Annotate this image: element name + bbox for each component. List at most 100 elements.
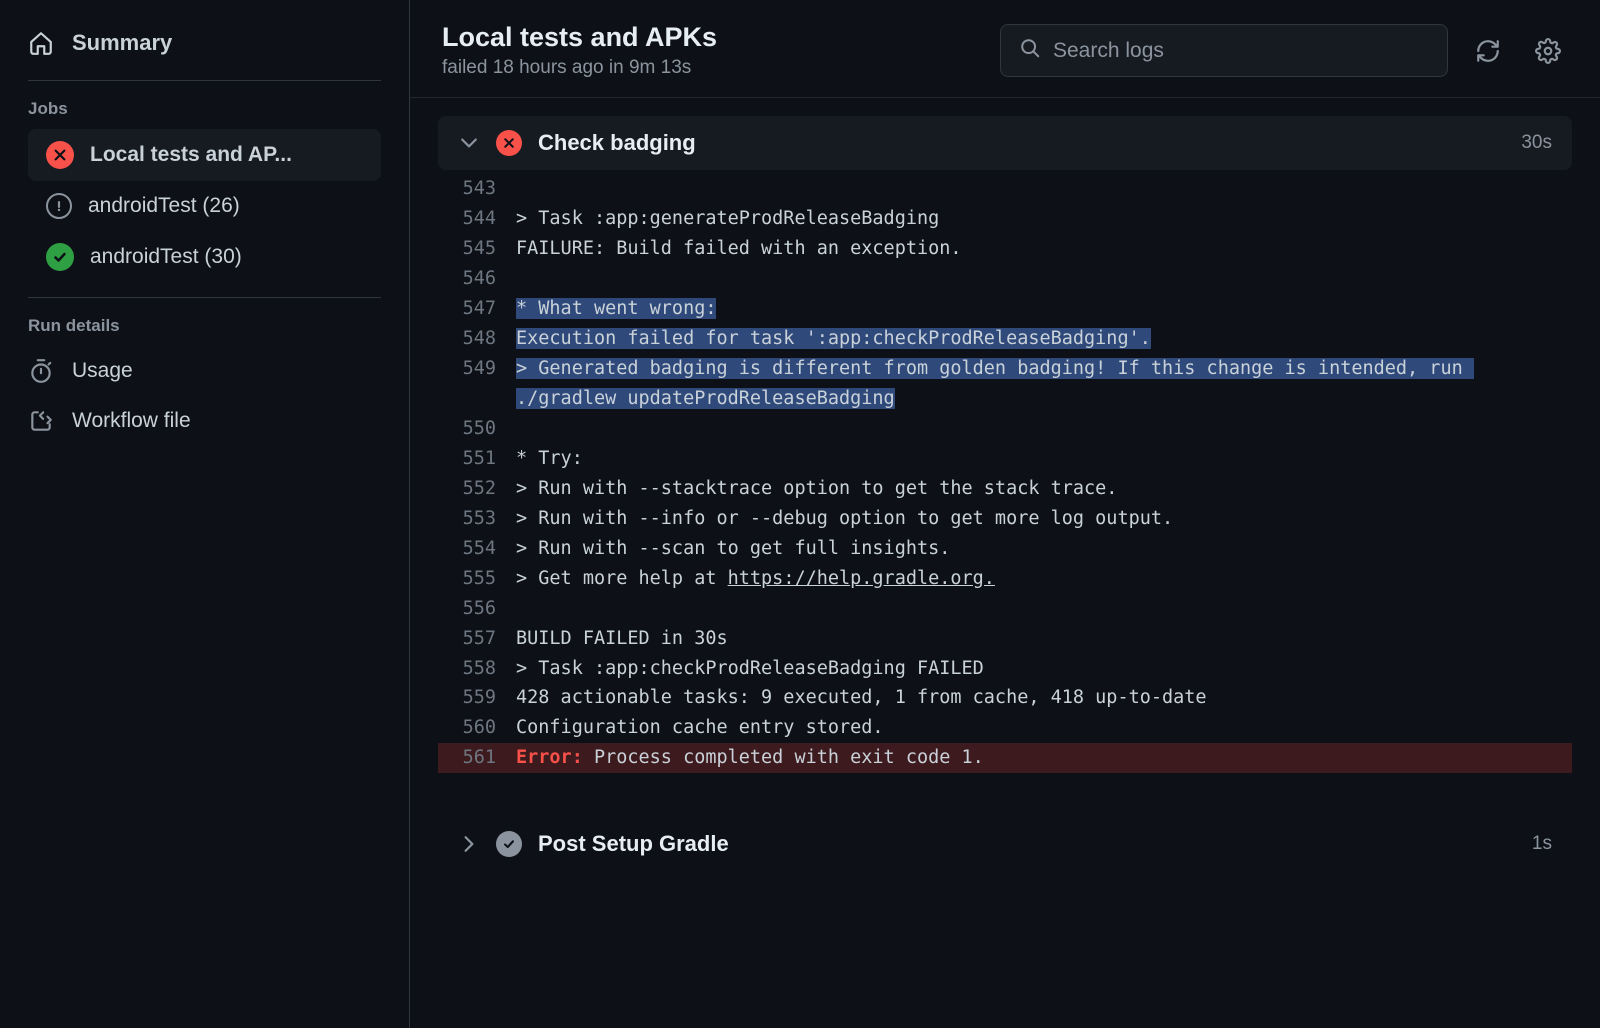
line-number: 545 (438, 234, 516, 264)
log-line: 554> Run with --scan to get full insight… (438, 534, 1572, 564)
alert-circle-icon (46, 193, 72, 219)
usage-link[interactable]: Usage (28, 346, 381, 396)
step-header-expanded[interactable]: Check badging 30s (438, 116, 1572, 170)
header-titles: Local tests and APKs failed 18 hours ago… (442, 22, 980, 79)
log-line: 556 (438, 594, 1572, 624)
header: Local tests and APKs failed 18 hours ago… (410, 0, 1600, 97)
line-text: Configuration cache entry stored. (516, 713, 1552, 743)
line-number: 559 (438, 683, 516, 713)
line-text: 428 actionable tasks: 9 executed, 1 from… (516, 683, 1552, 713)
line-number: 553 (438, 504, 516, 534)
job-item-android-26[interactable]: androidTest (26) (28, 181, 381, 231)
line-number: 543 (438, 174, 516, 204)
log-line: 560Configuration cache entry stored. (438, 713, 1572, 743)
log-lines[interactable]: 543544> Task :app:generateProdReleaseBad… (438, 170, 1572, 777)
workflow-file-label: Workflow file (72, 409, 191, 433)
line-number: 548 (438, 324, 516, 354)
job-item-local-tests[interactable]: Local tests and AP... (28, 129, 381, 181)
line-number: 551 (438, 444, 516, 474)
log-line: 546 (438, 264, 1572, 294)
post-step-duration: 1s (1532, 833, 1552, 855)
log-line: 552> Run with --stacktrace option to get… (438, 474, 1572, 504)
job-subtitle: failed 18 hours ago in 9m 13s (442, 57, 980, 79)
workflow-file-icon (28, 408, 54, 434)
step-title: Check badging (538, 130, 1505, 156)
line-text: BUILD FAILED in 30s (516, 624, 1552, 654)
stopwatch-icon (28, 358, 54, 384)
log-line: 553> Run with --info or --debug option t… (438, 504, 1572, 534)
line-text: FAILURE: Build failed with an exception. (516, 234, 1552, 264)
summary-link[interactable]: Summary (28, 20, 381, 80)
line-number: 546 (438, 264, 516, 294)
chevron-right-icon (458, 833, 480, 855)
step-duration: 30s (1521, 132, 1552, 154)
search-icon (1019, 37, 1041, 64)
search-input[interactable] (1053, 39, 1429, 63)
line-text: * Try: (516, 444, 1552, 474)
check-circle-icon (496, 831, 522, 857)
step-header-collapsed[interactable]: Post Setup Gradle 1s (438, 817, 1572, 871)
main-content: Local tests and APKs failed 18 hours ago… (410, 0, 1600, 1028)
log-area[interactable]: Check badging 30s 543544> Task :app:gene… (410, 98, 1600, 1028)
log-line: 557BUILD FAILED in 30s (438, 624, 1572, 654)
line-number: 558 (438, 654, 516, 684)
line-number: 556 (438, 594, 516, 624)
log-line: 551* Try: (438, 444, 1572, 474)
log-line: 555> Get more help at https://help.gradl… (438, 564, 1572, 594)
run-details-section-title: Run details (28, 302, 381, 346)
line-text: * What went wrong: (516, 294, 1552, 324)
line-text: > Get more help at https://help.gradle.o… (516, 564, 1552, 594)
workflow-file-link[interactable]: Workflow file (28, 396, 381, 446)
line-number: 560 (438, 713, 516, 743)
job-item-android-30[interactable]: androidTest (30) (28, 231, 381, 283)
line-text: > Task :app:checkProdReleaseBadging FAIL… (516, 654, 1552, 684)
line-text (516, 414, 1552, 444)
log-line: 548Execution failed for task ':app:check… (438, 324, 1572, 354)
log-line: 550 (438, 414, 1572, 444)
line-number: 544 (438, 204, 516, 234)
log-line: 549> Generated badging is different from… (438, 354, 1572, 414)
log-line: 547* What went wrong: (438, 294, 1572, 324)
x-circle-icon (496, 130, 522, 156)
line-number: 554 (438, 534, 516, 564)
search-input-wrapper[interactable] (1000, 24, 1448, 77)
job-label: androidTest (30) (90, 245, 242, 269)
line-number: 547 (438, 294, 516, 324)
settings-button[interactable] (1528, 31, 1568, 71)
line-text: > Run with --stacktrace option to get th… (516, 474, 1552, 504)
line-number: 552 (438, 474, 516, 504)
sidebar: Summary Jobs Local tests and AP... andro… (0, 0, 410, 1028)
line-text (516, 264, 1552, 294)
jobs-section-title: Jobs (28, 85, 381, 129)
job-title: Local tests and APKs (442, 22, 980, 53)
line-text: > Generated badging is different from go… (516, 354, 1552, 414)
log-line: 544> Task :app:generateProdReleaseBadgin… (438, 204, 1572, 234)
refresh-button[interactable] (1468, 31, 1508, 71)
log-line: 558> Task :app:checkProdReleaseBadging F… (438, 654, 1572, 684)
home-icon (28, 30, 54, 56)
divider (28, 297, 381, 298)
post-step-title: Post Setup Gradle (538, 831, 1516, 857)
line-text (516, 594, 1552, 624)
line-text: Error: Process completed with exit code … (516, 743, 1552, 773)
log-line: 543 (438, 174, 1572, 204)
line-number: 550 (438, 414, 516, 444)
line-text: > Run with --scan to get full insights. (516, 534, 1552, 564)
check-circle-icon (46, 243, 74, 271)
line-number: 555 (438, 564, 516, 594)
job-label: androidTest (26) (88, 194, 240, 218)
line-number: 549 (438, 354, 516, 414)
line-text: Execution failed for task ':app:checkPro… (516, 324, 1552, 354)
line-text (516, 174, 1552, 204)
log-line: 561Error: Process completed with exit co… (438, 743, 1572, 773)
line-number: 561 (438, 743, 516, 773)
help-link[interactable]: https://help.gradle.org. (728, 568, 995, 589)
summary-label: Summary (72, 30, 172, 56)
line-text: > Run with --info or --debug option to g… (516, 504, 1552, 534)
line-text: > Task :app:generateProdReleaseBadging (516, 204, 1552, 234)
log-line: 545FAILURE: Build failed with an excepti… (438, 234, 1572, 264)
log-line: 559428 actionable tasks: 9 executed, 1 f… (438, 683, 1572, 713)
chevron-down-icon (458, 132, 480, 154)
x-circle-icon (46, 141, 74, 169)
line-number: 557 (438, 624, 516, 654)
